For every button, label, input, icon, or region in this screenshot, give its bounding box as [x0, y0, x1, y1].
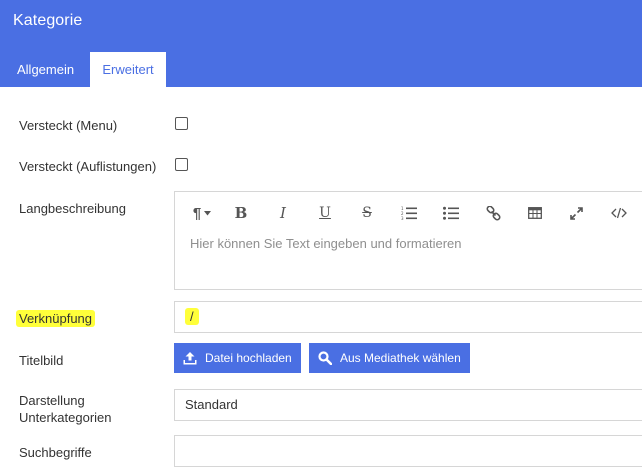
tab-allgemein[interactable]: Allgemein	[8, 52, 83, 87]
underline-icon[interactable]: U	[316, 204, 334, 222]
link-label-text: Verknüpfung	[16, 310, 96, 327]
sub-display-label: Darstellung Unterkategorien	[19, 392, 112, 426]
table-icon[interactable]	[526, 204, 544, 222]
dialog-header: Kategorie Allgemein Erweitert	[0, 0, 642, 87]
link-label: Verknüpfung	[16, 310, 96, 327]
tab-erweitert[interactable]: Erweitert	[90, 52, 166, 87]
hidden-menu-label: Versteckt (Menu)	[19, 118, 118, 133]
link-input[interactable]: /	[174, 301, 642, 333]
unordered-list-icon[interactable]	[442, 204, 460, 222]
sub-display-label-line1: Darstellung	[19, 393, 85, 408]
upload-icon	[183, 351, 197, 365]
hidden-menu-checkbox[interactable]	[175, 117, 188, 130]
sub-display-select[interactable]: Standard	[174, 389, 642, 421]
hidden-listings-label: Versteckt (Auflistungen)	[19, 159, 157, 174]
fullscreen-icon[interactable]	[567, 204, 585, 222]
media-library-label: Aus Mediathek wählen	[340, 351, 461, 365]
title-image-label: Titelbild	[19, 353, 64, 368]
sub-display-label-line2: Unterkategorien	[19, 410, 112, 425]
italic-icon[interactable]: I	[274, 204, 292, 222]
long-description-label: Langbeschreibung	[19, 201, 126, 216]
keywords-input[interactable]	[174, 435, 642, 467]
rich-text-editor[interactable]: ¶ B I U S 1 2 3 Hier können Sie Text ein…	[174, 191, 642, 290]
bold-icon[interactable]: B	[232, 204, 250, 222]
link-value: /	[185, 308, 199, 325]
code-view-icon[interactable]	[609, 204, 629, 222]
ordered-list-icon[interactable]: 1 2 3	[400, 204, 418, 222]
hidden-listings-checkbox[interactable]	[175, 158, 188, 171]
svg-text:3: 3	[401, 216, 404, 220]
paragraph-icon[interactable]: ¶	[189, 204, 215, 222]
search-icon	[318, 351, 332, 365]
editor-placeholder: Hier können Sie Text eingeben und format…	[190, 236, 462, 251]
dialog-title: Kategorie	[13, 12, 83, 29]
upload-file-button[interactable]: Datei hochladen	[174, 343, 301, 373]
media-library-button[interactable]: Aus Mediathek wählen	[309, 343, 470, 373]
upload-file-label: Datei hochladen	[205, 351, 292, 365]
editor-toolbar: ¶ B I U S 1 2 3	[175, 192, 642, 232]
link-icon[interactable]	[484, 204, 502, 222]
keywords-label: Suchbegriffe	[19, 445, 92, 460]
strikethrough-icon[interactable]: S	[358, 204, 376, 222]
